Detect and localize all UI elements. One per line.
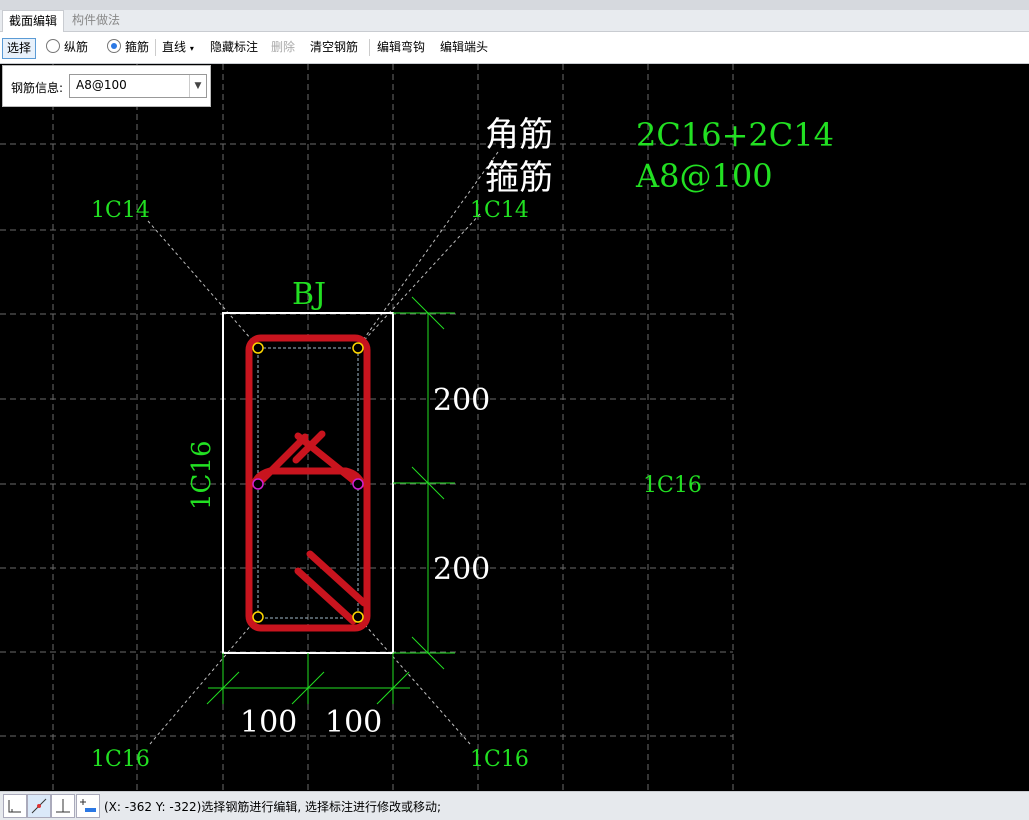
- rebar-bottom-left[interactable]: [252, 611, 264, 623]
- rebar-top-right[interactable]: [352, 342, 364, 354]
- clear-rebar-button[interactable]: 清空钢筋: [310, 38, 358, 57]
- snap-icon: [31, 798, 47, 814]
- top-right-bar-label[interactable]: 1C14: [470, 198, 529, 223]
- ortho-mode-button[interactable]: [3, 794, 27, 818]
- ortho-icon: [8, 800, 21, 813]
- stirrup-label: 箍筋: [125, 40, 150, 54]
- rebar-info-panel: 钢筋信息: A8@100 ▼: [2, 65, 211, 107]
- hide-annotation-button[interactable]: 隐藏标注: [210, 38, 258, 57]
- toolbar: 选择 纵筋 箍筋 直线 ▾ 隐藏标注 删除 清空钢筋 编辑弯钩 编辑端头: [0, 32, 1029, 64]
- bottom-left-bar-label[interactable]: 1C16: [91, 747, 150, 772]
- title-strip: [0, 0, 1029, 10]
- rebar-bottom-right[interactable]: [352, 611, 364, 623]
- longitudinal-label: 纵筋: [64, 40, 89, 54]
- rebar-info-label: 钢筋信息:: [11, 81, 64, 95]
- perpendicular-icon: [56, 799, 70, 813]
- bottom-right-bar-label[interactable]: 1C16: [470, 747, 529, 772]
- line-type-label: 直线: [162, 40, 187, 54]
- tab-section-edit[interactable]: 截面编辑: [2, 10, 65, 33]
- stirrup-hook-1[interactable]: [294, 567, 357, 625]
- dim-lower[interactable]: 200: [433, 552, 490, 587]
- tab-component-method[interactable]: 构件做法: [66, 10, 126, 31]
- right-side-bar-label[interactable]: 1C16: [643, 473, 702, 498]
- stirrup-spec-value[interactable]: A8@100: [635, 157, 773, 195]
- radio-on-icon: [107, 39, 121, 53]
- status-message: (X: -362 Y: -322)选择钢筋进行编辑, 选择标注进行修改或移动;: [104, 800, 441, 814]
- drawing-canvas[interactable]: 角筋 2C16+2C14 箍筋 A8@100 1C14 1C14 1C16 1C…: [0, 64, 1029, 791]
- rebar-info-value: A8@100: [76, 78, 127, 92]
- dim-upper[interactable]: 200: [433, 383, 490, 418]
- top-left-bar-label[interactable]: 1C14: [91, 198, 150, 223]
- left-side-bar-label[interactable]: 1C16: [187, 440, 217, 510]
- edit-end-button[interactable]: 编辑端头: [440, 38, 488, 57]
- toolbar-divider: [155, 39, 156, 56]
- corner-bar-value[interactable]: 2C16+2C14: [636, 116, 834, 154]
- longitudinal-radio[interactable]: 纵筋: [46, 38, 88, 57]
- toolbar-divider: [369, 39, 370, 56]
- add-point-icon: [80, 799, 96, 812]
- line-type-dropdown[interactable]: 直线 ▾: [162, 38, 194, 57]
- stirrup-hook-2[interactable]: [306, 550, 368, 607]
- dim-left[interactable]: 100: [240, 705, 297, 740]
- tie-hook-right[interactable]: [294, 432, 362, 488]
- delete-button[interactable]: 删除: [271, 38, 295, 57]
- horizontal-dimension: [206, 653, 410, 705]
- dim-right[interactable]: 100: [325, 705, 382, 740]
- add-point-button[interactable]: [76, 794, 100, 818]
- select-button[interactable]: 选择: [2, 38, 37, 59]
- rebar-mid-right[interactable]: [352, 478, 364, 490]
- perpendicular-button[interactable]: [51, 794, 75, 818]
- section-name[interactable]: BJ: [292, 277, 326, 312]
- corner-bar-label[interactable]: 角筋: [485, 115, 553, 155]
- edit-hook-button[interactable]: 编辑弯钩: [377, 38, 425, 57]
- vertical-dimension: [393, 296, 455, 670]
- stirrup[interactable]: [245, 334, 371, 632]
- radio-off-icon: [46, 39, 60, 53]
- rebar-info-select[interactable]: A8@100 ▼: [69, 74, 207, 98]
- tab-bar: 截面编辑 构件做法: [0, 10, 1029, 33]
- stirrup-radio[interactable]: 箍筋: [107, 38, 149, 57]
- chevron-down-icon[interactable]: ▼: [189, 75, 206, 97]
- rebar-mid-left[interactable]: [252, 478, 264, 490]
- snap-mode-button[interactable]: [27, 794, 51, 818]
- status-bar: (X: -362 Y: -322)选择钢筋进行编辑, 选择标注进行修改或移动;: [0, 791, 1029, 820]
- stirrup-spec-label[interactable]: 箍筋: [485, 158, 553, 198]
- annotations: 角筋 2C16+2C14 箍筋 A8@100 1C14 1C14 1C16 1C…: [91, 115, 834, 772]
- rebar-top-left[interactable]: [252, 342, 264, 354]
- chevron-down-icon: ▾: [189, 44, 194, 53]
